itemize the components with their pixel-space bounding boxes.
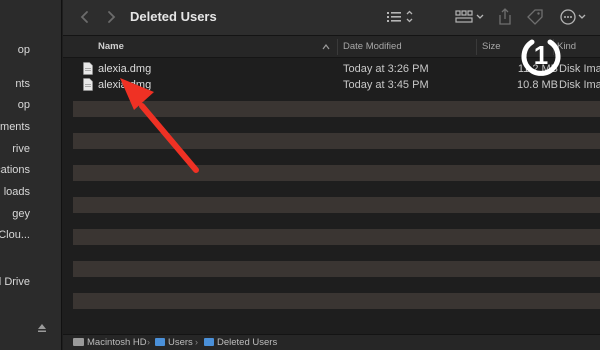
sidebar-item-recents[interactable]: nts — [0, 78, 61, 90]
name-column-header[interactable]: Name — [98, 41, 124, 52]
date-column-header[interactable]: Date Modified — [343, 41, 402, 52]
empty-row-stripe — [73, 197, 600, 213]
path-separator: › — [147, 337, 150, 347]
document-icon — [83, 78, 93, 91]
sidebar-item-icloud-drive[interactable]: ive Clou... — [0, 229, 61, 241]
more-actions-icon[interactable] — [559, 7, 589, 27]
folder-icon — [204, 338, 214, 346]
file-size: 10.8 MB — [517, 79, 558, 91]
logo-text: 1 — [534, 40, 548, 70]
eject-icon[interactable] — [37, 323, 47, 333]
size-column-header[interactable]: Size — [482, 41, 500, 52]
sidebar-item-desktop-2[interactable]: op — [0, 99, 61, 111]
red-arrow-annotation — [120, 78, 199, 173]
file-date: Today at 3:45 PM — [343, 79, 429, 91]
empty-row-stripe — [73, 261, 600, 277]
logo-watermark: 1 — [521, 39, 561, 76]
file-date: Today at 3:26 PM — [343, 63, 429, 75]
empty-row-stripe — [73, 229, 600, 245]
path-bar: Macintosh HD › Users › Deleted Users — [63, 334, 600, 350]
sidebar-item-desktop[interactable]: op — [0, 44, 61, 56]
empty-row-stripe — [73, 293, 600, 309]
toolbar: Deleted Users — [63, 0, 600, 36]
hard-drive-icon — [73, 338, 84, 346]
folder-icon — [155, 338, 165, 346]
sidebar-item-documents[interactable]: ments — [0, 121, 61, 133]
back-icon[interactable] — [77, 9, 93, 25]
window-title: Deleted Users — [130, 9, 217, 24]
file-kind: Disk Image — [559, 63, 600, 75]
path-item-users[interactable]: Users — [155, 337, 193, 348]
list-view-icon[interactable] — [385, 7, 415, 27]
sidebar-item-user[interactable]: gey — [0, 208, 61, 220]
sidebar-item-drive[interactable]: rive — [0, 143, 61, 155]
group-by-icon[interactable] — [454, 7, 486, 27]
path-separator: › — [195, 337, 198, 347]
column-divider[interactable] — [476, 39, 477, 55]
path-item-deleted-users[interactable]: Deleted Users — [204, 337, 277, 348]
sidebar: op nts op ments rive cations loads gey i… — [0, 0, 62, 350]
document-icon — [83, 62, 93, 75]
forward-icon[interactable] — [103, 9, 119, 25]
column-divider[interactable] — [337, 39, 338, 55]
tag-icon[interactable] — [525, 7, 545, 27]
file-kind: Disk Image — [559, 79, 600, 91]
sort-ascending-icon — [322, 44, 330, 50]
sidebar-item-downloads[interactable]: loads — [0, 186, 61, 198]
sidebar-item-applications[interactable]: cations — [0, 164, 61, 176]
path-item-drive[interactable]: Macintosh HD — [73, 337, 147, 348]
share-icon[interactable] — [497, 7, 513, 27]
sidebar-item-icloud-drive-2[interactable]: d Drive — [0, 276, 61, 288]
